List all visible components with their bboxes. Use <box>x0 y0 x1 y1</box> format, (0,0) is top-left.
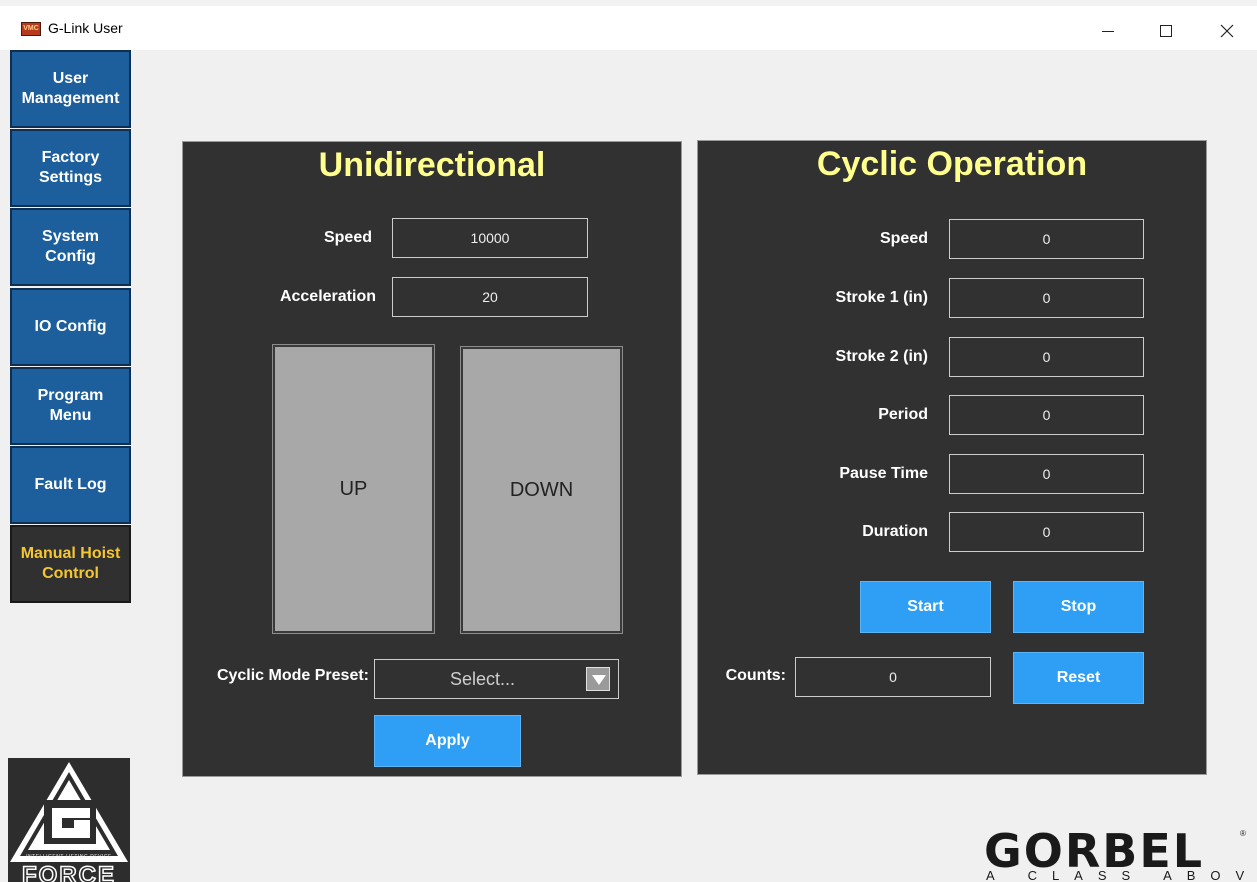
gforce-logo: INTELLIGENT LIFTING DEVICE FORCE <box>8 758 130 882</box>
period-input[interactable]: 0 <box>949 395 1144 435</box>
title-bar: VMC G-Link User <box>0 0 1257 50</box>
unidirectional-title: Unidirectional <box>318 146 546 184</box>
nav-manual-hoist-control[interactable]: Manual Hoist Control <box>10 525 131 603</box>
counts-input: 0 <box>795 657 991 697</box>
speed-input[interactable]: 10000 <box>392 218 588 258</box>
cyclic-speed-input[interactable]: 0 <box>949 219 1144 259</box>
speed-label: Speed <box>323 229 372 246</box>
preset-label: Cyclic Mode Preset: <box>216 667 369 684</box>
gforce-wordmark: FORCE <box>21 861 116 882</box>
preset-dropdown[interactable]: Select... <box>374 659 619 699</box>
cyclic-speed-label: Speed <box>879 230 928 247</box>
stop-button[interactable]: Stop <box>1013 581 1144 633</box>
down-button[interactable]: DOWN <box>460 346 623 634</box>
app-window: User Management Factory Settings System … <box>0 50 1257 882</box>
reset-button[interactable]: Reset <box>1013 652 1144 704</box>
nav-program-menu[interactable]: Program Menu <box>10 367 131 445</box>
apply-button[interactable]: Apply <box>374 715 521 767</box>
maximize-icon <box>1160 25 1172 37</box>
close-icon <box>1220 24 1234 38</box>
stroke-1-input[interactable]: 0 <box>949 278 1144 318</box>
nav-user-management[interactable]: User Management <box>10 50 131 128</box>
acceleration-label: Acceleration <box>279 288 376 305</box>
gorbel-logo: GORBEL ® A CLASS ABOVE <box>984 827 1257 882</box>
gforce-tagline: INTELLIGENT LIFTING DEVICE <box>26 854 112 860</box>
up-button[interactable]: UP <box>272 344 435 634</box>
nav-io-config[interactable]: IO Config <box>10 288 131 366</box>
minimize-button[interactable] <box>1088 14 1128 48</box>
nav-fault-log[interactable]: Fault Log <box>10 446 131 524</box>
pause-time-label: Pause Time <box>839 465 928 482</box>
gorbel-tagline: A CLASS ABOVE <box>986 868 1257 882</box>
period-label: Period <box>878 406 928 423</box>
maximize-button[interactable] <box>1146 14 1186 48</box>
cyclic-title: Cyclic Operation <box>816 145 1088 183</box>
stroke-1-label: Stroke 1 (in) <box>835 289 928 306</box>
duration-label: Duration <box>862 523 928 540</box>
acceleration-input[interactable]: 20 <box>392 277 588 317</box>
unidirectional-panel: Unidirectional Speed 10000 Acceleration … <box>182 141 682 777</box>
stroke-2-input[interactable]: 0 <box>949 337 1144 377</box>
nav-system-config[interactable]: System Config <box>10 208 131 286</box>
cyclic-operation-panel: Cyclic Operation Speed 0 Stroke 1 (in) 0… <box>697 140 1207 775</box>
dropdown-arrow-icon[interactable] <box>586 667 610 691</box>
pause-time-input[interactable]: 0 <box>949 454 1144 494</box>
preset-selected-value: Select... <box>449 669 516 689</box>
nav-factory-settings[interactable]: Factory Settings <box>10 129 131 207</box>
stroke-2-label: Stroke 2 (in) <box>835 348 928 365</box>
registered-mark: ® <box>1240 829 1246 838</box>
counts-label: Counts: <box>725 667 786 684</box>
start-button[interactable]: Start <box>860 581 991 633</box>
app-icon: VMC <box>21 22 41 36</box>
window-title: G-Link User <box>48 20 123 36</box>
duration-input[interactable]: 0 <box>949 512 1144 552</box>
close-button[interactable] <box>1207 14 1247 48</box>
minimize-icon <box>1102 30 1114 32</box>
